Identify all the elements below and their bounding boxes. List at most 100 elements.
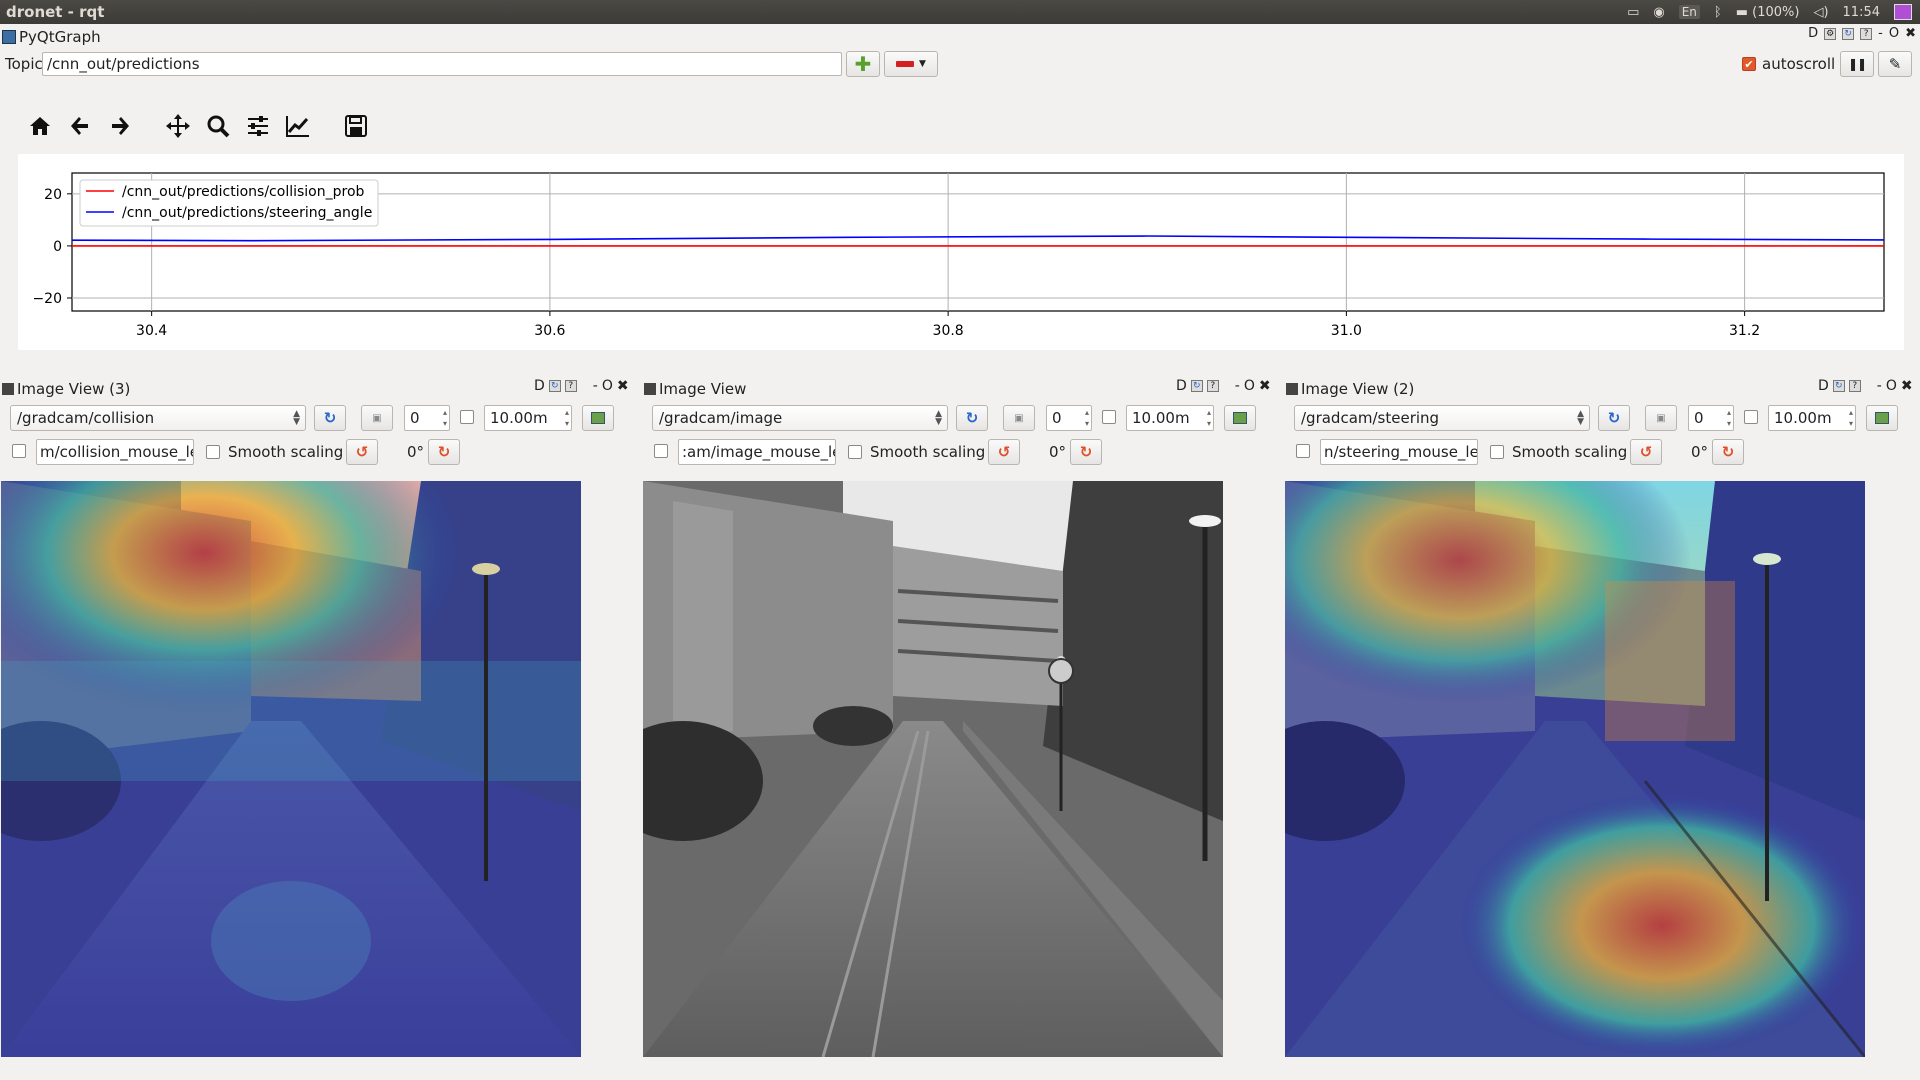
smooth-scaling-checkbox[interactable] (1490, 445, 1504, 459)
legend-label-steering: /cnn_out/predictions/steering_angle (122, 205, 372, 221)
image-display-collision[interactable] (1, 481, 581, 1057)
smooth-scaling-toggle[interactable]: Smooth scaling (1490, 443, 1627, 461)
minimize-button[interactable]: - (593, 378, 598, 394)
rotate-left-icon: ↺ (355, 443, 369, 461)
max-range-value: 10.00m (1774, 409, 1832, 427)
minimize-button[interactable]: - (1235, 378, 1240, 394)
autoscroll-label: autoscroll (1762, 55, 1836, 73)
dock-button[interactable]: D (534, 378, 545, 394)
rotate-right-button[interactable]: ↻ (1712, 439, 1744, 465)
image-display-steering[interactable] (1285, 481, 1865, 1057)
help-icon[interactable]: ? (1848, 380, 1861, 392)
y-tick-label: 20 (44, 187, 62, 203)
drive-icon[interactable]: ▭ (1627, 5, 1639, 20)
topic-input[interactable]: /cnn_out/predictions (42, 52, 842, 76)
zoom-1-button[interactable]: ▣ (361, 405, 393, 431)
reload-icon[interactable]: ↻ (1190, 380, 1203, 392)
mouse-topic-input[interactable]: m/collision_mouse_left (36, 439, 194, 465)
max-range-spin-box[interactable]: 10.00m ▴ ▾ (1126, 405, 1214, 431)
rotate-right-button[interactable]: ↻ (428, 439, 460, 465)
save-image-button[interactable] (582, 405, 614, 431)
plot-canvas[interactable]: 20 0 −20 30.4 30.6 30.8 31.0 31.2 /cnn_out/pre… (18, 154, 1904, 350)
close-button[interactable]: ✖ (1259, 378, 1271, 394)
publish-click-checkbox[interactable] (1296, 444, 1310, 458)
dynamic-range-checkbox[interactable] (460, 410, 474, 424)
spin-box[interactable]: 0 ▴ ▾ (404, 405, 450, 431)
dock-button[interactable]: D (1818, 378, 1829, 394)
rotate-left-button[interactable]: ↺ (346, 439, 378, 465)
publish-click-checkbox[interactable] (654, 444, 668, 458)
smooth-scaling-checkbox[interactable] (848, 445, 862, 459)
close-button[interactable]: ✖ (617, 378, 629, 394)
updown-arrow-icon: ▲ ▼ (293, 409, 300, 427)
max-range-spin-box[interactable]: 10.00m ▴ ▾ (484, 405, 572, 431)
help-icon[interactable]: ? (1206, 380, 1219, 392)
configure-subplots-button[interactable] (238, 108, 278, 144)
max-range-spin-box[interactable]: 10.00m ▴ ▾ (1768, 405, 1856, 431)
reload-icon[interactable]: ↻ (1832, 380, 1845, 392)
smooth-scaling-checkbox[interactable] (206, 445, 220, 459)
zoom-1-icon: ▣ (372, 412, 382, 424)
forward-button[interactable] (100, 108, 140, 144)
dock-button[interactable]: D (1808, 26, 1818, 41)
clock[interactable]: 11:54 (1843, 5, 1880, 20)
image-topic-select[interactable]: /gradcam/image ▲ ▼ (652, 405, 948, 431)
pause-button[interactable]: ❚❚ (1840, 51, 1874, 77)
session-icon[interactable] (1894, 4, 1912, 20)
battery-indicator[interactable]: ▬ (100%) (1736, 5, 1800, 20)
pan-button[interactable] (158, 108, 198, 144)
refresh-topics-button[interactable]: ↻ (956, 405, 988, 431)
restore-button[interactable]: O (1244, 378, 1255, 394)
minimize-button[interactable]: - (1877, 378, 1882, 394)
restore-button[interactable]: O (1889, 26, 1899, 41)
zoom-1-button[interactable]: ▣ (1645, 405, 1677, 431)
home-button[interactable] (20, 108, 60, 144)
clear-button[interactable]: ✎ (1878, 51, 1912, 77)
minimize-button[interactable]: - (1878, 26, 1883, 41)
save-image-button[interactable] (1224, 405, 1256, 431)
restore-button[interactable]: O (602, 378, 613, 394)
smooth-scaling-toggle[interactable]: Smooth scaling (206, 443, 343, 461)
refresh-topics-button[interactable]: ↻ (1598, 405, 1630, 431)
spin-box[interactable]: 0 ▴ ▾ (1046, 405, 1092, 431)
reload-icon[interactable]: ↻ (1842, 27, 1855, 40)
zoom-button[interactable] (198, 108, 238, 144)
spin-box[interactable]: 0 ▴ ▾ (1688, 405, 1734, 431)
bluetooth-icon[interactable]: ᛒ (1714, 5, 1722, 20)
image-display-gradcam-image[interactable] (643, 481, 1223, 1057)
zoom-1-button[interactable]: ▣ (1003, 405, 1035, 431)
rotate-right-button[interactable]: ↻ (1070, 439, 1102, 465)
mouse-topic-input[interactable]: :am/image_mouse_left (678, 439, 836, 465)
rotate-left-button[interactable]: ↺ (988, 439, 1020, 465)
image-topic-select[interactable]: /gradcam/steering ▲ ▼ (1294, 405, 1590, 431)
help-icon[interactable]: ? (1860, 27, 1873, 40)
autoscroll-toggle[interactable]: ✔ autoscroll (1742, 55, 1835, 73)
publish-click-checkbox[interactable] (12, 444, 26, 458)
close-button[interactable]: ✖ (1905, 26, 1916, 41)
settings-icon[interactable]: ⚙ (1824, 27, 1837, 40)
dock-button[interactable]: D (1176, 378, 1187, 394)
plugin-title: PyQtGraph (19, 28, 101, 46)
y-tick-label: −20 (32, 291, 62, 307)
image-topic-select[interactable]: /gradcam/collision ▲ ▼ (10, 405, 306, 431)
remove-topic-button[interactable]: ▼ (884, 51, 938, 77)
edit-axis-button[interactable] (278, 108, 318, 144)
restore-button[interactable]: O (1886, 378, 1897, 394)
volume-icon[interactable]: ◁) (1813, 5, 1828, 20)
reload-icon[interactable]: ↻ (548, 380, 561, 392)
wifi-icon[interactable]: ◉ (1653, 5, 1664, 20)
help-icon[interactable]: ? (564, 380, 577, 392)
save-image-button[interactable] (1866, 405, 1898, 431)
dynamic-range-checkbox[interactable] (1102, 410, 1116, 424)
smooth-scaling-toggle[interactable]: Smooth scaling (848, 443, 985, 461)
refresh-topics-button[interactable]: ↻ (314, 405, 346, 431)
dynamic-range-checkbox[interactable] (1744, 410, 1758, 424)
autoscroll-checkbox[interactable]: ✔ (1742, 57, 1756, 71)
keyboard-layout-indicator[interactable]: En (1678, 5, 1700, 19)
mouse-topic-input[interactable]: n/steering_mouse_left (1320, 439, 1478, 465)
back-button[interactable] (60, 108, 100, 144)
save-figure-button[interactable] (336, 108, 376, 144)
close-button[interactable]: ✖ (1901, 378, 1913, 394)
add-topic-button[interactable]: ✚ (846, 51, 880, 77)
rotate-left-button[interactable]: ↺ (1630, 439, 1662, 465)
